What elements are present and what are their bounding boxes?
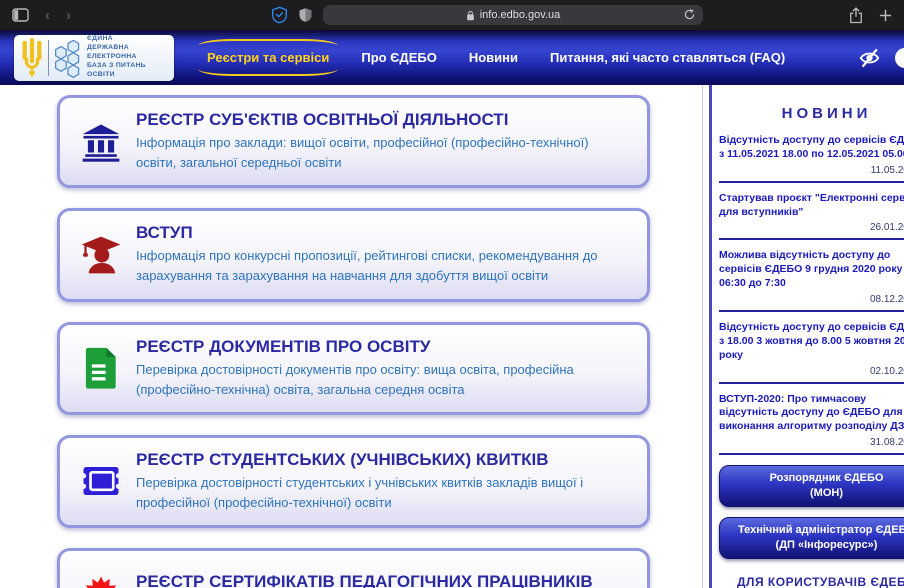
trident-icon <box>20 38 44 78</box>
news-item-link[interactable]: Відсутність доступу до сервісів ЄДЕБО з … <box>719 321 904 363</box>
news-sidebar: НОВИНИ Відсутність доступу до сервісів Є… <box>712 85 904 588</box>
navbar-right-controls <box>858 47 904 69</box>
menu-item-label: Про ЄДЕБО <box>361 50 436 65</box>
card-admission[interactable]: ВСТУП Інформація про конкурсні пропозиці… <box>57 208 650 301</box>
news-item: Відсутність доступу до сервісів ЄДЕБО з … <box>719 321 904 384</box>
accessibility-eye-slash-icon[interactable] <box>858 47 881 69</box>
document-icon <box>80 346 122 390</box>
news-item-date: 26.01.2021 <box>719 222 904 233</box>
share-icon[interactable] <box>849 7 863 24</box>
card-title: РЕЄСТР СТУДЕНТСЬКИХ (УЧНІВСЬКИХ) КВИТКІВ <box>136 450 618 470</box>
news-item-date: 11.05.2021 <box>719 165 904 176</box>
back-button[interactable]: ‹ <box>45 8 50 23</box>
news-item-date: 08.12.2020 <box>719 294 904 305</box>
address-bar[interactable]: info.edbo.gov.ua <box>323 5 703 25</box>
new-tab-icon[interactable] <box>879 9 892 22</box>
logo-divider <box>48 40 49 76</box>
browser-toolbar: ‹ › info.edbo.gov.ua <box>0 0 904 30</box>
bank-icon <box>80 120 122 164</box>
card-teacher-certificates-registry[interactable]: РЕЄСТР СЕРТИФІКАТІВ ПЕДАГОГІЧНИХ ПРАЦІВН… <box>57 548 650 588</box>
card-description: Інформація про конкурсні пропозиції, рей… <box>136 246 618 286</box>
card-title: ВСТУП <box>136 223 618 243</box>
menu-item-about[interactable]: Про ЄДЕБО <box>348 43 449 72</box>
page-content: РЕЄСТР СУБ'ЄКТІВ ОСВІТНЬОЇ ДІЯЛЬНОСТІ Ін… <box>0 85 904 588</box>
hexagons-icon <box>53 38 83 78</box>
news-item: Стартував проєкт "Електронні сервіси для… <box>719 192 904 241</box>
edbo-administrator-button[interactable]: Розпорядник ЄДЕБО (МОН) <box>719 465 904 507</box>
card-education-subjects-registry[interactable]: РЕЄСТР СУБ'ЄКТІВ ОСВІТНЬОЇ ДІЯЛЬНОСТІ Ін… <box>57 95 650 188</box>
for-edbo-users-link[interactable]: ДЛЯ КОРИСТУВАЧІВ ЄДЕБО <box>719 575 904 588</box>
round-button-partial[interactable] <box>895 48 904 68</box>
privacy-shield-icon[interactable] <box>298 6 313 24</box>
news-item-date: 02.10.2020 <box>719 366 904 377</box>
news-item-date: 31.08.2020 <box>719 437 904 448</box>
ticket-icon <box>80 459 122 503</box>
active-arc-bottom <box>198 69 338 76</box>
graduate-icon <box>80 233 122 277</box>
active-arc-top <box>198 39 338 46</box>
browser-window: ‹ › info.edbo.gov.ua <box>0 0 904 588</box>
card-student-tickets-registry[interactable]: РЕЄСТР СТУДЕНТСЬКИХ (УЧНІВСЬКИХ) КВИТКІВ… <box>57 435 650 528</box>
registry-list: РЕЄСТР СУБ'ЄКТІВ ОСВІТНЬОЇ ДІЯЛЬНОСТІ Ін… <box>0 85 702 588</box>
logo-text: ЄДИНА ДЕРЖАВНА ЕЛЕКТРОННА БАЗА З ПИТАНЬ … <box>87 35 146 79</box>
news-item-link[interactable]: Стартував проєкт "Електронні сервіси для… <box>719 192 904 220</box>
card-description: Інформація про заклади: вищої освіти, пр… <box>136 133 618 173</box>
menu-item-faq[interactable]: Питання, які часто ставляться (FAQ) <box>537 43 798 72</box>
news-item: Відсутність доступу до сервісів ЄДЕБО з … <box>719 134 904 183</box>
seal-icon <box>80 572 122 588</box>
card-title: РЕЄСТР СУБ'ЄКТІВ ОСВІТНЬОЇ ДІЯЛЬНОСТІ <box>136 110 618 130</box>
site-navbar: ЄДИНА ДЕРЖАВНА ЕЛЕКТРОННА БАЗА З ПИТАНЬ … <box>0 30 904 85</box>
card-description: Перевірка достовірності документів про о… <box>136 360 618 400</box>
menu-item-label: Питання, які часто ставляться (FAQ) <box>550 50 785 65</box>
sidebar-separator <box>702 85 712 588</box>
menu-item-label: Новини <box>469 50 518 65</box>
news-item: Можлива відсутність доступу до сервісів … <box>719 249 904 312</box>
menu-item-label: Реєстри та сервіси <box>207 50 329 65</box>
news-item-link[interactable]: Відсутність доступу до сервісів ЄДЕБО з … <box>719 134 904 162</box>
news-item-link[interactable]: ВСТУП-2020: Про тимчасову відсутність до… <box>719 393 904 435</box>
forward-button[interactable]: › <box>66 8 71 23</box>
reload-icon[interactable] <box>683 8 696 21</box>
main-menu: Реєстри та сервіси Про ЄДЕБО Новини Пита… <box>194 43 798 72</box>
news-item: ВСТУП-2020: Про тимчасову відсутність до… <box>719 393 904 456</box>
lock-icon <box>466 10 475 21</box>
card-title: РЕЄСТР СЕРТИФІКАТІВ ПЕДАГОГІЧНИХ ПРАЦІВН… <box>136 572 593 588</box>
url-text: info.edbo.gov.ua <box>480 9 561 21</box>
card-education-documents-registry[interactable]: РЕЄСТР ДОКУМЕНТІВ ПРО ОСВІТУ Перевірка д… <box>57 322 650 415</box>
card-title: РЕЄСТР ДОКУМЕНТІВ ПРО ОСВІТУ <box>136 337 618 357</box>
sidebar-toggle-icon[interactable] <box>12 8 29 22</box>
adblock-shield-icon[interactable] <box>271 6 288 24</box>
news-item-link[interactable]: Можлива відсутність доступу до сервісів … <box>719 249 904 291</box>
news-heading: НОВИНИ <box>719 105 904 122</box>
card-description: Перевірка достовірності студентських і у… <box>136 473 618 513</box>
technical-administrator-button[interactable]: Технічний адміністратор ЄДЕБО (ДП «Інфор… <box>719 517 904 559</box>
menu-item-registries[interactable]: Реєстри та сервіси <box>194 43 342 72</box>
edbo-logo[interactable]: ЄДИНА ДЕРЖАВНА ЕЛЕКТРОННА БАЗА З ПИТАНЬ … <box>14 35 174 81</box>
menu-item-news[interactable]: Новини <box>456 43 531 72</box>
